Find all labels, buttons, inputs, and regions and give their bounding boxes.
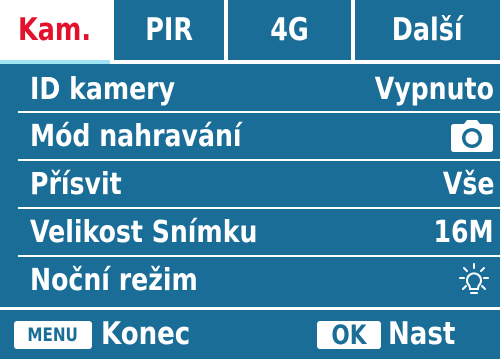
tab-camera[interactable]: Kam. — [0, 0, 110, 60]
tab-dalsi[interactable]: Další — [355, 0, 500, 60]
camera-icon — [450, 116, 494, 156]
tab-4g-label: 4G — [270, 12, 309, 48]
setting-value: Vše — [442, 166, 494, 202]
setting-row-illumination[interactable]: Přísvit Vše — [0, 161, 500, 207]
setting-label: Velikost Snímku — [30, 214, 258, 250]
menu-key-action: Konec — [101, 316, 207, 352]
setting-value: Vypnuto — [374, 71, 494, 107]
setting-row-night-mode[interactable]: Noční režim — [0, 257, 500, 303]
camera-settings-screen: Kam. PIR 4G Další ID kamery Vypnuto Mód … — [0, 0, 500, 359]
setting-label: Přísvit — [30, 166, 122, 202]
setting-label: Mód nahravání — [30, 118, 242, 154]
menu-key-label: MENU — [27, 324, 79, 346]
setting-label: ID kamery — [30, 71, 176, 107]
ok-key-label: OK — [331, 319, 367, 351]
ok-key-action: Nast — [388, 316, 468, 352]
tab-camera-label: Kam. — [18, 12, 92, 48]
tab-pir-label: PIR — [145, 12, 193, 48]
setting-row-record-mode[interactable]: Mód nahravání — [0, 113, 500, 159]
setting-label: Noční režim — [30, 262, 198, 298]
ok-key[interactable]: OK — [317, 319, 381, 351]
sun-icon — [454, 260, 494, 300]
menu-action-label: Konec — [101, 316, 191, 352]
tab-pir[interactable]: PIR — [114, 0, 224, 60]
settings-list: ID kamery Vypnuto Mód nahravání Přísvit … — [0, 64, 500, 307]
tab-4g[interactable]: 4G — [228, 0, 351, 60]
ok-action-label: Nast — [388, 316, 456, 352]
footer-bar: MENU Konec OK Nast — [0, 307, 500, 359]
menu-key[interactable]: MENU — [14, 321, 92, 349]
setting-row-image-size[interactable]: Velikost Snímku 16M — [0, 209, 500, 255]
setting-row-camera-id[interactable]: ID kamery Vypnuto — [0, 66, 500, 112]
tab-dalsi-label: Další — [392, 12, 463, 48]
setting-value: 16M — [433, 214, 494, 250]
